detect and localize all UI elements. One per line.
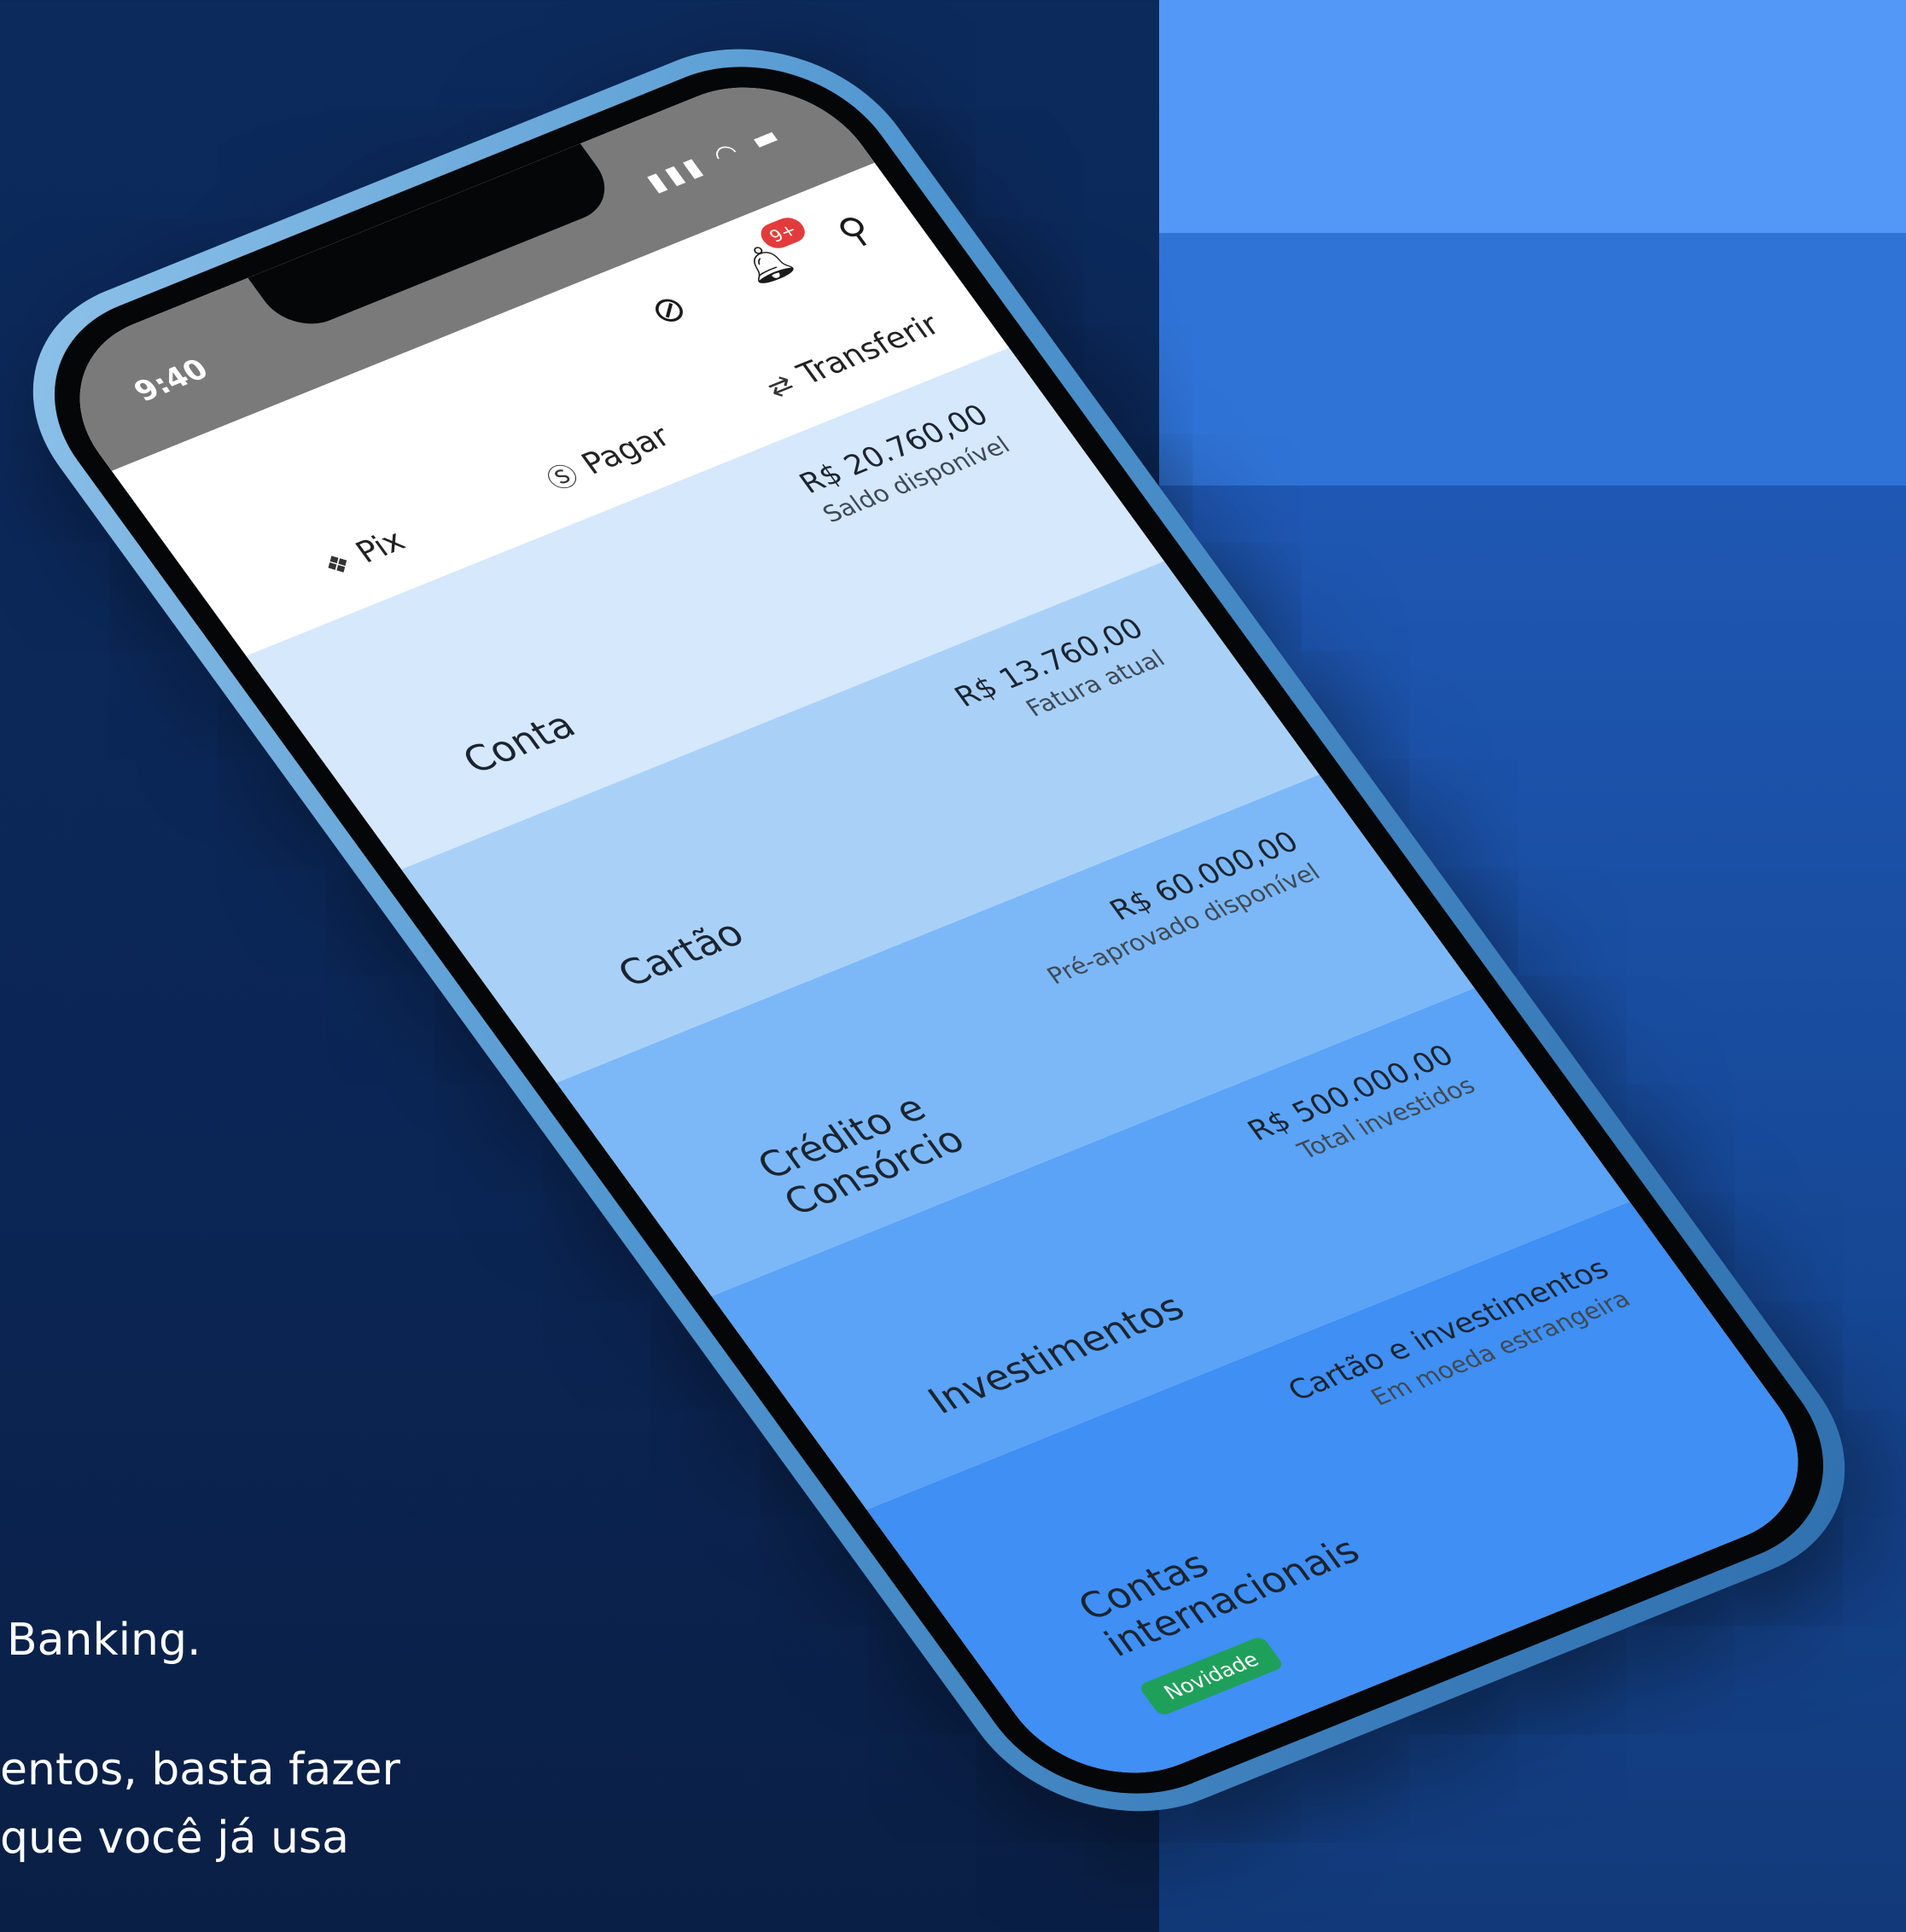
marketing-line-3: que você já usa [0,1813,349,1864]
status-time: 9:40 [127,352,216,409]
transfer-arrows-icon: ⇄ [759,367,801,404]
marketing-line-2: entos, basta fazer [0,1744,400,1795]
eye-off-icon[interactable]: ⊘ [641,286,697,334]
search-icon[interactable]: ⚲ [829,207,881,254]
bg-block-mid [1159,233,1906,486]
system-indicators-icon: ▮▮▮ ◠ ▬ [640,119,790,198]
pix-label: Pix [349,523,412,570]
pagar-label: Pagar [574,419,677,481]
pix-button[interactable]: ❖ Pix [316,524,412,584]
pix-icon: ❖ [316,545,359,583]
marketing-line-1: Banking. [7,1615,201,1666]
section-label: Contas internacionais [1070,1529,1368,1665]
dollar-coin-icon: Ⓢ [540,458,586,497]
pagar-button[interactable]: Ⓢ Pagar [537,417,678,498]
bg-block-light [1159,0,1906,233]
section-label: Cartão [609,911,753,996]
section-label: Conta [454,704,584,783]
